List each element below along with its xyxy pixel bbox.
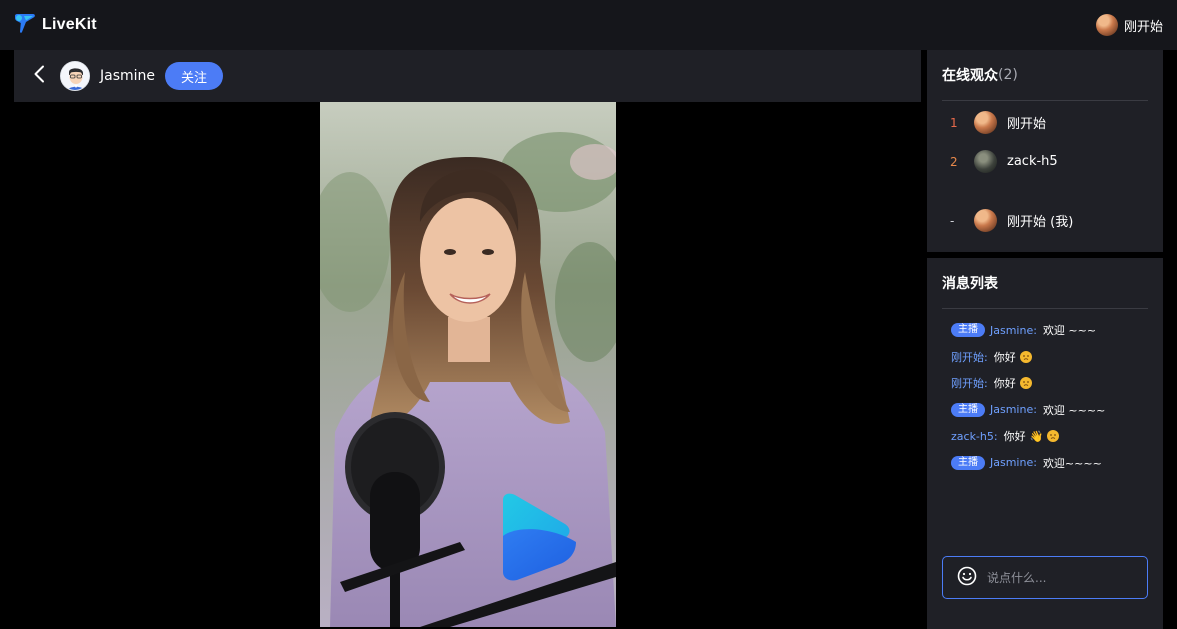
audience-name: 刚开始	[1007, 117, 1047, 132]
follow-button[interactable]: 关注	[165, 62, 224, 90]
host-badge: 主播	[951, 323, 985, 338]
message-user[interactable]: zack-h5:	[951, 430, 998, 443]
current-user[interactable]: 刚开始	[1095, 14, 1163, 36]
avatar	[974, 150, 997, 173]
app-name: LiveKit	[42, 16, 97, 33]
livekit-logo-icon	[14, 13, 36, 37]
message-text: 欢迎~~~~	[1042, 456, 1102, 470]
frowning-face-emoji-icon	[1019, 350, 1032, 363]
audience-rank: 1	[950, 115, 958, 130]
message-panel: 消息列表 主播 Jasmine: 欢迎 ~~~ 刚开始: 你好 刚开始: 你好 …	[927, 258, 1163, 629]
chevron-left-icon	[33, 65, 45, 87]
audience-item[interactable]: 2 zack-h5	[942, 142, 1148, 181]
audience-name: zack-h5	[1007, 154, 1058, 169]
back-button[interactable]	[28, 65, 50, 87]
message-item: 主播 Jasmine: 欢迎 ~~~	[951, 317, 1148, 344]
live-video[interactable]	[320, 102, 616, 627]
brand[interactable]: LiveKit	[14, 13, 97, 37]
message-user[interactable]: Jasmine:	[990, 403, 1037, 416]
message-user[interactable]: 刚开始:	[951, 349, 988, 365]
message-item: 刚开始: 你好	[951, 370, 1148, 397]
message-user[interactable]: Jasmine:	[990, 324, 1037, 337]
host-badge: 主播	[951, 402, 985, 417]
message-item: zack-h5: 你好 👋	[951, 423, 1148, 450]
emoji-picker-icon[interactable]	[957, 566, 977, 590]
message-list[interactable]: 主播 Jasmine: 欢迎 ~~~ 刚开始: 你好 刚开始: 你好 主播 Ja…	[942, 309, 1148, 476]
audience-count: (2)	[998, 67, 1018, 83]
host-avatar[interactable]	[60, 61, 90, 91]
audience-rank: -	[950, 213, 955, 228]
frowning-face-emoji-icon	[1019, 377, 1032, 390]
live-stage: Jasmine 关注	[14, 50, 921, 629]
audience-self-item[interactable]: - 刚开始 (我)	[942, 201, 1148, 240]
top-bar: LiveKit 刚开始	[0, 0, 1177, 50]
host-name: Jasmine	[100, 68, 156, 84]
message-text: 欢迎 ~~~	[1042, 324, 1097, 338]
message-text: 你好	[1003, 430, 1026, 444]
audience-panel: 在线观众 (2) 1 刚开始 2 zack-h5 - 刚开始 (我)	[927, 50, 1163, 252]
message-text: 欢迎 ~~~~	[1042, 403, 1106, 417]
audience-item[interactable]: 1 刚开始	[942, 103, 1148, 142]
host-badge: 主播	[951, 455, 985, 470]
frowning-face-emoji-icon	[1047, 430, 1060, 443]
video-frame	[320, 102, 616, 627]
audience-title-label: 在线观众	[942, 68, 998, 84]
waving-hand-emoji-icon: 👋	[1029, 429, 1044, 443]
message-item: 主播 Jasmine: 欢迎 ~~~~	[951, 397, 1148, 424]
message-text: 你好	[993, 350, 1016, 364]
message-item: 主播 Jasmine: 欢迎~~~~	[951, 450, 1148, 477]
chat-input[interactable]	[987, 570, 1137, 585]
avatar	[974, 209, 997, 232]
message-user[interactable]: 刚开始:	[951, 375, 988, 391]
audience-self-name: 刚开始 (我)	[1007, 215, 1074, 230]
stage-header: Jasmine 关注	[14, 50, 921, 102]
chat-input-box[interactable]	[942, 556, 1148, 599]
audience-rank: 2	[950, 154, 958, 169]
current-user-name: 刚开始	[1123, 19, 1163, 35]
message-text: 你好	[993, 377, 1016, 391]
message-title: 消息列表	[942, 258, 1148, 309]
avatar	[1095, 14, 1118, 36]
message-user[interactable]: Jasmine:	[990, 456, 1037, 469]
avatar	[974, 111, 997, 134]
message-item: 刚开始: 你好	[951, 344, 1148, 371]
audience-title: 在线观众 (2)	[942, 50, 1148, 101]
